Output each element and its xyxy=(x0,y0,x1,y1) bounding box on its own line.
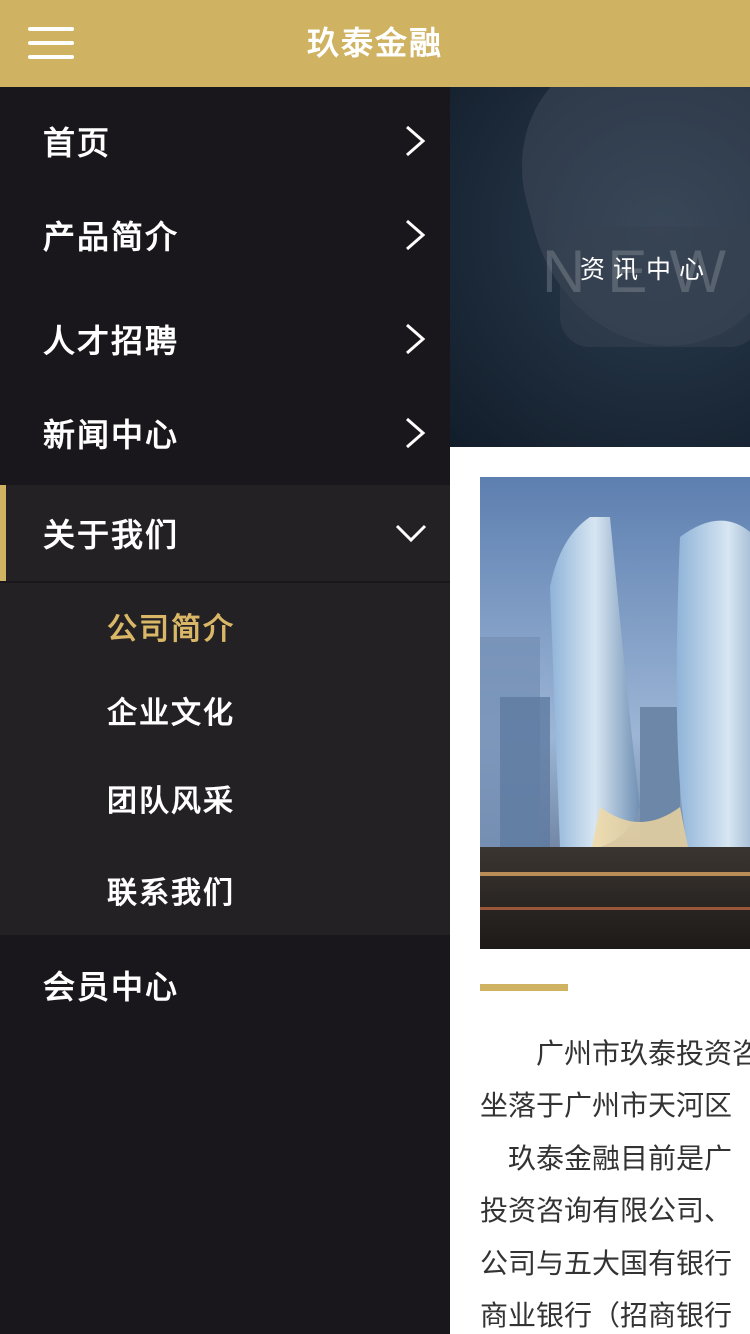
chevron-down-icon xyxy=(395,524,427,543)
hamburger-icon[interactable] xyxy=(28,26,74,60)
intro-paragraph-line: 坐落于广州市天河区 xyxy=(480,1089,733,1122)
chevron-right-icon xyxy=(406,125,426,157)
top-bar: 玖泰金融 xyxy=(0,0,750,87)
section-divider xyxy=(480,984,568,991)
nav-item-products[interactable]: 产品简介 xyxy=(0,187,450,283)
submenu-item-company-profile[interactable]: 公司简介 xyxy=(0,583,450,669)
nav-item-members[interactable]: 会员中心 xyxy=(0,937,450,1033)
chevron-right-icon xyxy=(406,323,426,355)
nav-item-label: 人才招聘 xyxy=(43,322,180,360)
intro-paragraph-line: 玖泰金融目前是广 xyxy=(480,1142,733,1175)
chevron-right-icon xyxy=(406,219,426,251)
nav-item-home[interactable]: 首页 xyxy=(0,93,450,189)
intro-paragraph-line: 公司与五大国有银行 xyxy=(480,1247,733,1280)
submenu-item-label: 公司简介 xyxy=(107,612,235,647)
submenu-item-label: 团队风采 xyxy=(107,784,235,819)
banner-title: 资讯中心 xyxy=(580,255,713,284)
nav-item-label: 会员中心 xyxy=(43,968,180,1006)
chevron-right-icon xyxy=(406,417,426,449)
intro-paragraph-line: 商业银行（招商银行 xyxy=(480,1299,733,1332)
nav-item-label: 关于我们 xyxy=(43,516,180,554)
side-drawer: 首页 产品简介 人才招聘 新闻中心 关于我们 公司简介 企业文化 团队风采 联系… xyxy=(0,87,450,1334)
main-content: NEWS 资讯中心 广州市玖泰投资咨 坐落于广州市天河区 玖泰金融目前是广 投资… xyxy=(450,87,750,1334)
intro-paragraph-line: 广州市玖泰投资咨 xyxy=(480,1037,750,1070)
page-title: 玖泰金融 xyxy=(306,24,443,62)
nav-item-label: 首页 xyxy=(43,124,112,162)
building-photo xyxy=(480,477,750,949)
submenu-item-label: 联系我们 xyxy=(107,876,235,911)
news-banner: NEWS 资讯中心 xyxy=(450,87,750,447)
submenu-item-contact[interactable]: 联系我们 xyxy=(0,847,450,933)
nav-item-careers[interactable]: 人才招聘 xyxy=(0,291,450,387)
nav-item-about[interactable]: 关于我们 xyxy=(0,485,450,581)
submenu-item-culture[interactable]: 企业文化 xyxy=(0,667,450,753)
nav-item-news[interactable]: 新闻中心 xyxy=(0,385,450,481)
nav-item-label: 新闻中心 xyxy=(43,416,180,454)
intro-paragraph-line: 投资咨询有限公司、 xyxy=(480,1194,733,1227)
submenu-about: 公司简介 企业文化 团队风采 联系我们 xyxy=(0,583,450,935)
submenu-item-team[interactable]: 团队风采 xyxy=(0,755,450,841)
nav-item-label: 产品简介 xyxy=(43,218,180,256)
submenu-item-label: 企业文化 xyxy=(107,696,235,731)
